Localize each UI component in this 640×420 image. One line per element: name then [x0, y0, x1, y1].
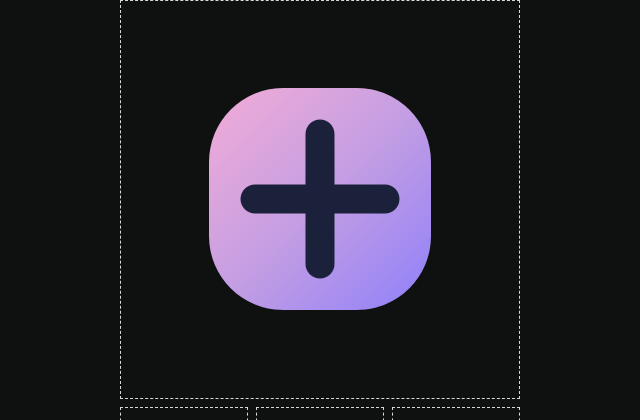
plus-icon — [240, 119, 400, 279]
variant-thumbnail-1[interactable] — [120, 407, 248, 420]
app-icon-tile[interactable] — [209, 88, 431, 310]
variant-thumbnail-3[interactable] — [392, 407, 520, 420]
icon-preview-canvas — [0, 0, 640, 420]
variant-thumbnail-2[interactable] — [256, 407, 384, 420]
